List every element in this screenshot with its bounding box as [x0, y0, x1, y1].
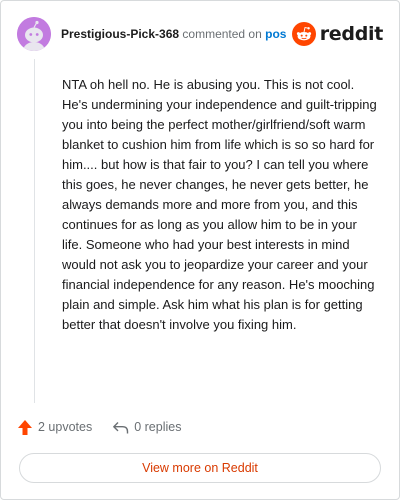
thread-line — [34, 59, 35, 403]
view-more-button[interactable]: View more on Reddit — [19, 453, 381, 483]
username-link[interactable]: Prestigious-Pick-368 — [61, 27, 179, 41]
reply-button[interactable]: 0 replies — [112, 420, 181, 435]
reply-arrow-icon — [113, 421, 129, 433]
reddit-logo-icon — [291, 22, 316, 46]
reddit-brand-link[interactable]: reddit — [291, 22, 384, 46]
reddit-wordmark: reddit — [319, 23, 384, 45]
reply-count: 0 replies — [134, 420, 182, 434]
action-text: commented on — [182, 27, 262, 41]
comment-embed-card: Prestigious-Pick-368 commented on post r… — [0, 0, 400, 500]
post-link[interactable]: post — [265, 27, 286, 41]
comment-actions: 2 upvotes 0 replies — [17, 417, 201, 437]
comment-header: Prestigious-Pick-368 commented on post r… — [17, 17, 383, 51]
upvote-arrow-icon — [18, 419, 32, 435]
comment-body: NTA oh hell no. He is abusing you. This … — [62, 77, 377, 332]
upvote-button[interactable]: 2 upvotes — [17, 419, 92, 436]
comment-meta: Prestigious-Pick-368 commented on post — [61, 27, 286, 41]
upvote-count: 2 upvotes — [38, 420, 93, 434]
snoo-avatar-icon[interactable] — [17, 17, 51, 51]
